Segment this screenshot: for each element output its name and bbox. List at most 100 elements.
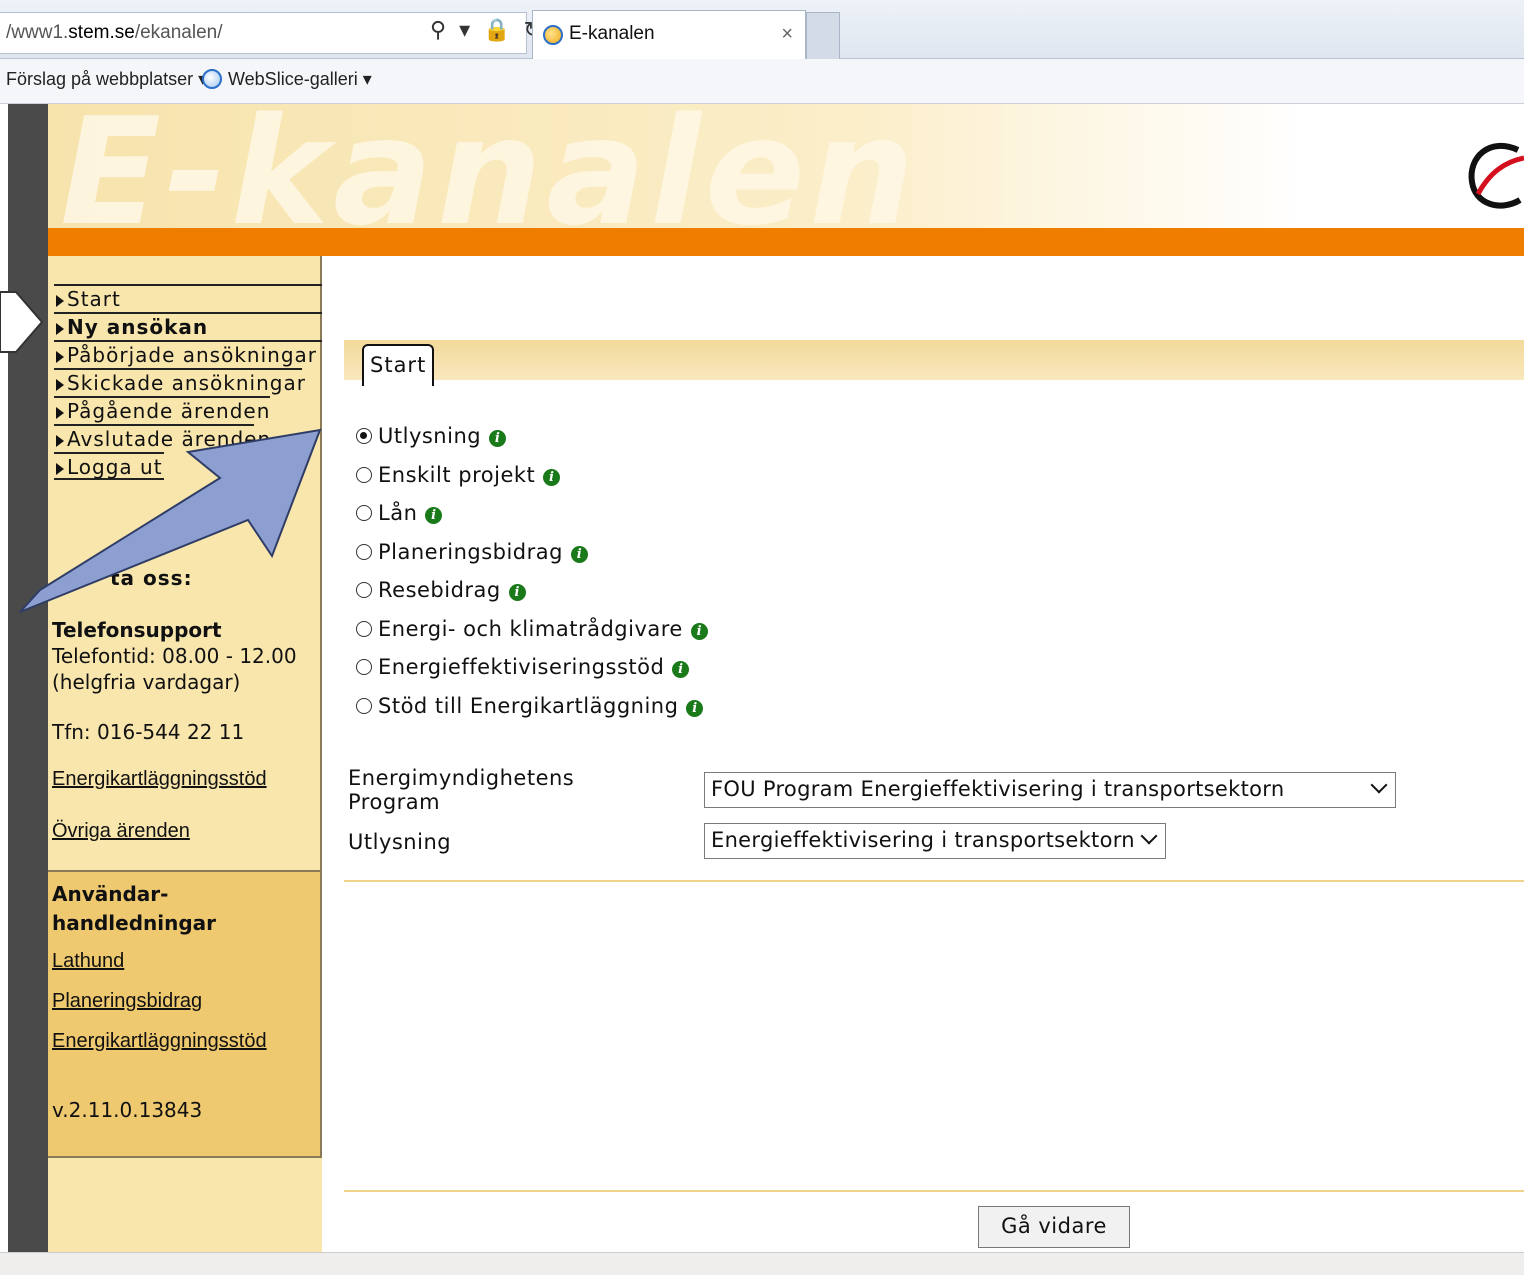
radio-button[interactable] [356,582,372,598]
version-label: v.2.11.0.13843 [52,1098,203,1122]
program-select-value: FOU Program Energieffektivisering i tran… [711,777,1285,801]
radio-label: Planeringsbidrag [378,539,563,564]
site-header: E-kanalen [48,104,1524,228]
radio-utlysning[interactable]: Utlysning i [356,424,708,463]
tab-title: E-kanalen [569,23,655,44]
ie-icon [202,69,222,89]
utlysning-select-value: Energieffektivisering i transportsektorn [711,828,1135,852]
sidebar-item-logout[interactable]: Logga ut [54,452,164,480]
url-path: /ekanalen/ [134,22,223,43]
sidebar-item-label: Start [67,287,121,311]
info-icon[interactable]: i [508,584,526,601]
radio-button[interactable] [356,697,372,714]
continue-button[interactable]: Gå vidare [978,1206,1130,1248]
guides-heading-line1: Användar- [52,882,169,906]
sidebar-item-started-applications[interactable]: Påbörjade ansökningar [54,340,322,368]
radio-stod-energikartlaggning[interactable]: Stöd till Energikartläggning i [356,694,708,733]
close-icon[interactable]: × [781,23,793,46]
radio-label: Enskilt projekt [378,462,536,487]
suggested-sites-link[interactable]: Förslag på webbplatser ▾ [6,69,207,90]
program-label-line2: Program [348,790,441,814]
support-phone: Tfn: 016-544 22 11 [52,720,245,744]
section-divider [344,880,1524,882]
support-days: (helgfria vardagar) [52,670,241,694]
radio-button[interactable] [356,543,372,560]
energy-audit-guide-link[interactable]: Energikartläggningsstöd [52,1030,267,1053]
arrow-right-icon [56,434,64,447]
contact-heading: ta oss: [110,566,193,590]
sidebar-item-label: Påbörjade ansökningar [67,343,317,367]
tab-start[interactable]: Start [362,344,435,386]
utlysning-select[interactable]: Energieffektivisering i transportsektorn [704,823,1166,859]
browser-address-bar: /www1.stem.se/ekanalen/ ⚲ ▾ 🔒 ↻ E-kanale… [0,0,1524,59]
section-divider [344,1190,1524,1192]
info-icon[interactable]: i [543,468,561,486]
arrow-right-icon [56,350,64,363]
radio-lan[interactable]: Lån i [356,501,708,540]
url-tools[interactable]: ⚲ ▾ 🔒 ↻ [430,18,545,43]
sidebar-item-label: Logga ut [67,455,163,479]
other-cases-link[interactable]: Övriga ärenden [52,820,190,843]
radio-button[interactable] [356,620,372,637]
sidebar-item-label: Pågående ärenden [67,399,271,423]
radio-label: Energieffektiviseringsstöd [378,655,665,679]
header-orange-bar [48,228,1524,256]
info-icon[interactable]: i [570,545,588,563]
favorites-bar: Förslag på webbplatser ▾ WebSlice-galler… [0,59,1524,104]
radio-label: Lån [378,501,418,525]
sidebar-item-label: Ny ansökan [67,315,209,339]
radio-label: Stöd till Energikartläggning [378,693,679,718]
chevron-down-icon [1140,827,1158,845]
radio-resebidrag[interactable]: Resebidrag i [356,578,708,617]
radio-button[interactable] [356,659,372,675]
sidebar-nav: Start Ny ansökan Påbörjade ansökningar S… [54,284,322,480]
guides-heading-line2: handledningar [52,911,217,935]
sidebar: Start Ny ansökan Påbörjade ansökningar S… [48,256,322,1252]
radio-button[interactable] [356,505,372,521]
arrow-right-icon [56,294,64,307]
new-tab-button[interactable] [806,12,840,59]
radio-energi-klimatradgivare[interactable]: Energi- och klimatrådgivare i [356,617,708,656]
radio-energieffektiviseringsstod[interactable]: Energieffektiviseringsstöd i [356,655,708,694]
quick-guide-link[interactable]: Lathund [52,950,124,973]
program-select[interactable]: FOU Program Energieffektivisering i tran… [704,772,1396,808]
info-icon[interactable]: i [425,507,443,524]
sidebar-item-label: Avslutade ärenden [67,427,272,451]
sidebar-item-closed-cases[interactable]: Avslutade ärenden [54,424,270,452]
utlysning-label: Utlysning [348,830,452,854]
radio-enskilt-projekt[interactable]: Enskilt projekt i [356,463,708,502]
radio-planeringsbidrag[interactable]: Planeringsbidrag i [356,540,708,579]
support-hours: Telefontid: 08.00 - 12.00 [52,644,297,668]
application-type-radios: Utlysning i Enskilt projekt i Lån i Planeri… [356,424,708,732]
planning-grant-guide-link[interactable]: Planeringsbidrag [52,990,202,1013]
url-prefix: /www1. [6,22,69,43]
window-edge [8,104,48,1252]
info-icon[interactable]: i [690,622,708,640]
arrow-right-icon [56,406,64,419]
browser-tab[interactable]: E-kanalen × [532,10,806,59]
url-domain: stem.se [68,22,135,43]
radio-button-selected[interactable] [356,428,372,444]
info-icon[interactable]: i [672,661,690,678]
ie-icon [543,25,563,45]
sidebar-item-sent-applications[interactable]: Skickade ansökningar [54,368,305,396]
support-heading: Telefonsupport [52,618,222,642]
radio-button[interactable] [356,466,372,483]
sidebar-item-new-application[interactable]: Ny ansökan [54,312,322,340]
sidebar-item-ongoing-cases[interactable]: Pågående ärenden [54,396,270,424]
radio-label: Utlysning [378,424,482,448]
energy-audit-link[interactable]: Energikartläggningsstöd [52,768,267,791]
arrow-right-icon [56,462,64,475]
browser-status-bar [0,1252,1524,1275]
radio-label: Resebidrag [378,578,501,602]
arrow-right-icon [56,322,64,335]
info-icon[interactable]: i [686,699,704,717]
program-label: Energimyndighetens Program [348,766,574,814]
radio-label: Energi- och klimatrådgivare [378,616,683,641]
sidebar-item-label: Skickade ansökningar [67,371,306,395]
info-icon[interactable]: i [489,430,507,447]
sidebar-footer [48,1158,322,1252]
sidebar-item-start[interactable]: Start [54,284,322,312]
webslice-gallery-link[interactable]: WebSlice-galleri ▾ [228,69,372,90]
tab-strip: Start [344,340,1524,386]
